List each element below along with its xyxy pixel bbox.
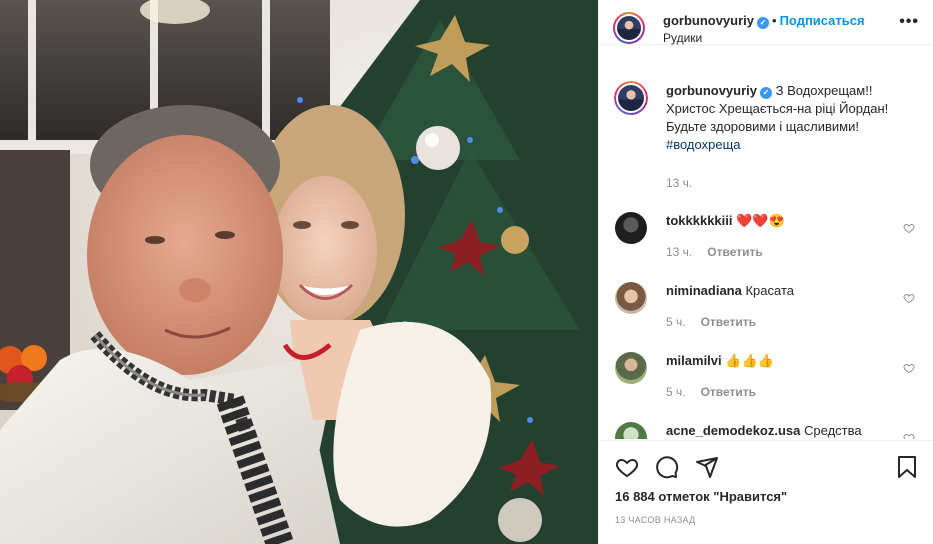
likes-count[interactable]: 16 884 отметок "Нравится" (615, 489, 787, 504)
post-side-panel: gorbunovyuriy ✓ • Подписаться Рудики ••• go… (598, 0, 933, 544)
verified-badge-icon: ✓ (757, 17, 770, 29)
comment-text: tokkkkkkiii ❤️❤️😍 (666, 212, 891, 230)
caption-avatar[interactable] (614, 81, 648, 115)
verified-badge-icon: ✓ (760, 87, 773, 99)
comment-username[interactable]: acne_demodekoz.usa (666, 423, 800, 438)
comment-meta: 13 ч. Ответить (666, 245, 763, 259)
comment-like-heart-icon[interactable] (903, 292, 915, 304)
comment-meta: 5 ч. Ответить (666, 385, 756, 399)
reply-button[interactable]: Ответить (701, 315, 756, 329)
caption-line-1: З Водохрещам!! (775, 83, 873, 98)
commenter-avatar[interactable] (615, 422, 647, 439)
comments-list[interactable]: gorbunovyuriy ✓ З Водохрещам!! Христос Хр… (599, 76, 933, 439)
more-icon[interactable]: ••• (899, 14, 919, 30)
comment-meta: 5 ч. Ответить (666, 315, 756, 329)
comment-content: Красата (745, 283, 794, 298)
caption-line-3: Будьте здоровими і щасливими! (666, 119, 859, 134)
comment-like-heart-icon[interactable] (903, 432, 915, 439)
share-icon[interactable] (695, 455, 719, 479)
caption-username[interactable]: gorbunovyuriy (666, 83, 757, 98)
comment-like-heart-icon[interactable] (903, 362, 915, 374)
comment-username[interactable]: niminadiana (666, 283, 742, 298)
reply-button[interactable]: Ответить (707, 245, 762, 259)
follow-button[interactable]: Подписаться (780, 13, 865, 28)
comment-content: Средства (804, 423, 862, 438)
comment-time: 13 ч. (666, 245, 693, 259)
separator: • (772, 13, 777, 28)
hashtag-link[interactable]: #водохреща (666, 137, 741, 152)
author-username[interactable]: gorbunovyuriy (663, 13, 754, 28)
comment-content: 👍👍👍 (725, 353, 774, 368)
caption-text: gorbunovyuriy ✓ З Водохрещам!! Христос Хр… (666, 82, 891, 154)
comment-text: niminadiana Красата (666, 282, 891, 300)
reply-button[interactable]: Ответить (701, 385, 756, 399)
post-image (0, 0, 598, 544)
post-photo[interactable] (0, 0, 598, 544)
commenter-avatar[interactable] (615, 352, 647, 384)
post-location[interactable]: Рудики (663, 31, 702, 45)
post-actions: 16 884 отметок "Нравится" 13 часов назад (599, 440, 933, 544)
caption-time: 13 ч. (666, 176, 693, 190)
post-timestamp[interactable]: 13 часов назад (615, 515, 696, 525)
comment-content: ❤️❤️😍 (736, 213, 785, 228)
caption-line-2: Христос Хрещається-на ріці Йордан! (666, 101, 889, 116)
heart-icon[interactable] (615, 455, 639, 479)
comment-time: 5 ч. (666, 315, 686, 329)
comment-username[interactable]: tokkkkkkiii (666, 213, 733, 228)
comment-icon[interactable] (655, 455, 679, 479)
comment-text: milamilvi 👍👍👍 (666, 352, 891, 370)
comment-text: acne_demodekoz.usa Средства (666, 422, 891, 439)
post-header: gorbunovyuriy ✓ • Подписаться Рудики ••• (599, 0, 933, 45)
comment-username[interactable]: milamilvi (666, 353, 722, 368)
author-avatar[interactable] (613, 12, 645, 44)
author-line: gorbunovyuriy ✓ • Подписаться (663, 13, 865, 29)
comment-time: 5 ч. (666, 385, 686, 399)
commenter-avatar[interactable] (615, 282, 647, 314)
comment-like-heart-icon[interactable] (903, 222, 915, 234)
bookmark-icon[interactable] (895, 455, 919, 479)
commenter-avatar[interactable] (615, 212, 647, 244)
